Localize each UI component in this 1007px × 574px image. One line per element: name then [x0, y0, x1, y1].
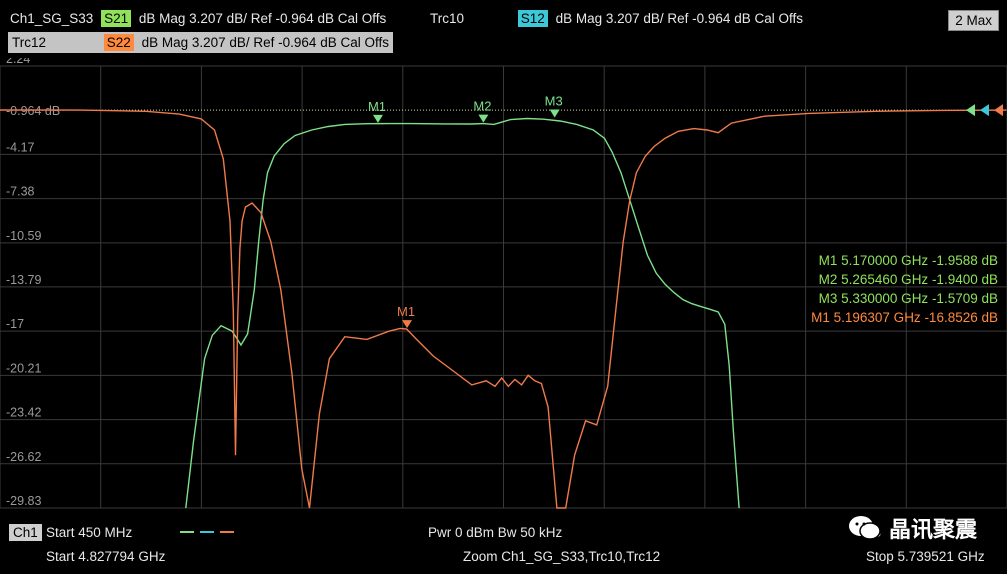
- ref-arrow-0: [966, 104, 975, 117]
- marker-readout-row: M2 5.265460 GHz -1.9400 dB: [819, 272, 998, 287]
- start-frequency: Start 4.827794 GHz: [46, 549, 166, 564]
- y-tick-label: -20.21: [6, 361, 41, 375]
- marker-triangle: [549, 109, 560, 118]
- stop-frequency: Stop 5.739521 GHz: [866, 549, 985, 564]
- reference-arrows: [966, 104, 1003, 117]
- y-tick-label: -17: [6, 317, 24, 331]
- y-tick-label: -10.59: [6, 229, 41, 243]
- trace-color-legend: [180, 531, 234, 533]
- marker-triangle: [402, 320, 413, 329]
- s21-badge: S21: [101, 10, 132, 27]
- zoom-label: Zoom Ch1_SG_S33,Trc10,Trc12: [463, 549, 661, 564]
- y-tick-label: -7.38: [6, 185, 35, 199]
- y-tick-label: -13.79: [6, 273, 41, 287]
- y-tick-labels: 2.24 -0.964 dB -4.17 -7.38 -10.59 -13.79 -17 -2…: [6, 58, 60, 508]
- plot-area[interactable]: 2.24 -0.964 dB -4.17 -7.38 -10.59 -13.79 -17 -2…: [0, 58, 1007, 515]
- marker-triangle: [478, 114, 489, 123]
- watermark-text: 晶讯聚震: [888, 517, 977, 542]
- y-tick-label: -26.62: [6, 450, 41, 464]
- grid: [0, 65, 1007, 509]
- trace-name: Trc10: [430, 11, 465, 26]
- marker-readout-row: M1 5.170000 GHz -1.9588 dB: [819, 253, 998, 268]
- marker-label: M1: [397, 304, 415, 319]
- start-span-label: Start 450 MHz: [46, 525, 133, 540]
- trace-info: dB Mag 3.207 dB/ Ref -0.964 dB Cal Offs: [555, 11, 803, 26]
- s22-badge: S22: [103, 34, 134, 51]
- y-tick-label: 2.24: [6, 58, 30, 66]
- trace-s22-label[interactable]: Trc12 S22 dB Mag 3.207 dB/ Ref -0.964 dB…: [8, 32, 393, 53]
- trace-s12-label[interactable]: Trc10 S12 dB Mag 3.207 dB/ Ref -0.964 dB…: [430, 10, 803, 27]
- trace-s21: [185, 117, 740, 509]
- channel-badge[interactable]: Ch1: [9, 524, 42, 541]
- markers: M1 M2 M3 M1: [368, 94, 563, 329]
- marker-label: M1: [368, 99, 386, 114]
- marker-label: M3: [545, 94, 563, 109]
- trace-header: Ch1_SG_S33 S21 dB Mag 3.207 dB/ Ref -0.9…: [0, 0, 1007, 58]
- marker-readout-row: M3 5.330000 GHz -1.5709 dB: [819, 291, 998, 306]
- trace-name: Trc12: [12, 35, 47, 50]
- ref-arrow-1: [980, 104, 989, 117]
- wechat-icon: [848, 516, 881, 540]
- trace-info: dB Mag 3.207 dB/ Ref -0.964 dB Cal Offs: [138, 11, 387, 26]
- marker-readout-table: M1 5.170000 GHz -1.9588 dB M2 5.265460 GH…: [811, 253, 998, 325]
- y-tick-label: -29.83: [6, 494, 41, 508]
- ref-arrow-2: [994, 104, 1003, 117]
- watermark: 晶讯聚震: [847, 512, 977, 544]
- max-button[interactable]: 2 Max: [948, 10, 999, 31]
- s12-badge: S12: [517, 10, 548, 27]
- marker-label: M2: [473, 99, 491, 114]
- power-bw-label: Pwr 0 dBm Bw 50 kHz: [428, 525, 563, 540]
- y-tick-label: -0.964 dB: [6, 104, 60, 118]
- trace-info: dB Mag 3.207 dB/ Ref -0.964 dB Cal Offs: [141, 35, 389, 50]
- y-tick-label: -4.17: [6, 140, 35, 154]
- y-tick-label: -23.42: [6, 406, 41, 420]
- trace-s21-label[interactable]: Ch1_SG_S33 S21 dB Mag 3.207 dB/ Ref -0.9…: [10, 10, 386, 27]
- marker-readout-row: M1 5.196307 GHz -16.8526 dB: [811, 310, 998, 325]
- trace-name: Ch1_SG_S33: [10, 11, 94, 26]
- marker-triangle: [372, 114, 383, 123]
